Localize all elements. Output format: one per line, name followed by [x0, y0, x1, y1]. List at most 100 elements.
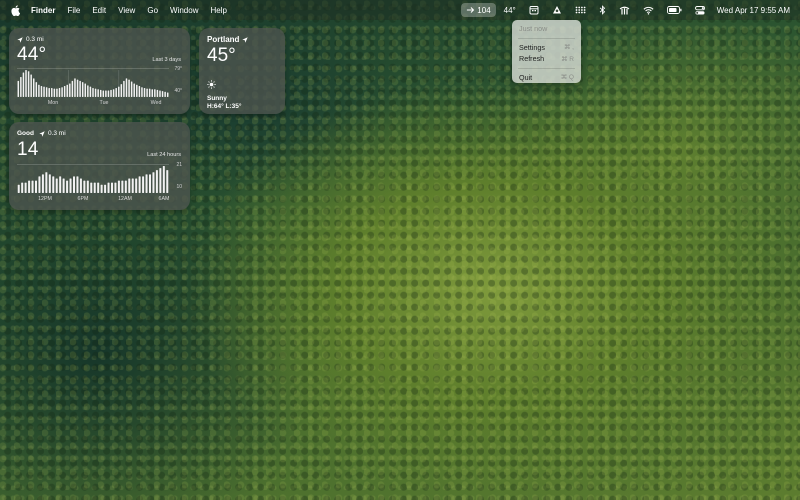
vpn-icon[interactable]: [614, 3, 635, 17]
chart-bar: [94, 88, 97, 97]
wifi-icon[interactable]: [638, 3, 659, 17]
menu-bar: Finder File Edit View Go Window Help 104…: [0, 0, 800, 20]
chart-bar: [92, 87, 94, 97]
location-arrow-icon: [242, 36, 249, 43]
aqi-value: 14: [17, 139, 39, 160]
menu-item-label: Refresh: [519, 54, 545, 64]
apple-logo-icon[interactable]: [10, 4, 20, 16]
chart-bar: [151, 89, 153, 97]
chart-bar: [121, 180, 124, 193]
chart-bar: [148, 88, 151, 97]
chart-bar: [21, 182, 24, 193]
menu-bar-clock[interactable]: Wed Apr 17 9:55 AM: [717, 6, 790, 15]
chart-bar: [62, 178, 65, 193]
chart-bar: [110, 89, 112, 97]
chart-bar: [33, 78, 35, 97]
chart-bar: [104, 184, 107, 193]
air-quality-widget[interactable]: Good 0.3 mi 14 Last 24 hours 21 10 12PM …: [9, 122, 190, 210]
chart-bar: [152, 172, 155, 193]
hour-label: 12PM: [38, 196, 52, 202]
menu-view[interactable]: View: [118, 6, 135, 15]
menu-help[interactable]: Help: [210, 6, 226, 15]
widget-header: Good 0.3 mi: [17, 130, 66, 137]
chart-bar: [125, 78, 128, 97]
chart-bar: [124, 180, 127, 193]
menu-file[interactable]: File: [67, 6, 80, 15]
chart-bar: [136, 84, 138, 97]
dots-grid-icon[interactable]: [570, 3, 591, 17]
temperature-bar-chart: [17, 68, 169, 97]
chart-bar: [71, 80, 74, 97]
chart-bar: [87, 85, 89, 97]
chart-bar: [156, 89, 159, 97]
chart-bar: [66, 84, 68, 97]
aqi-range-label: Last 24 hours: [147, 152, 181, 158]
menu-item-shortcut: ⌘ R: [561, 55, 574, 63]
chart-bar: [28, 180, 31, 193]
chart-bar: [45, 87, 48, 97]
chart-bar: [128, 79, 130, 97]
chart-bar: [79, 80, 81, 97]
menu-window[interactable]: Window: [170, 6, 198, 15]
temperature-trend-widget[interactable]: 0.3 mi 44° Last 3 days 79° 40° Mon Tue W…: [9, 28, 190, 114]
aqi-status: Good: [17, 130, 34, 137]
chart-bar: [102, 90, 105, 97]
chart-bar: [138, 176, 141, 193]
control-center-icon[interactable]: [690, 3, 710, 17]
hour-label: 12AM: [118, 196, 132, 202]
menu-item-shortcut: ⌘ Q: [560, 74, 574, 82]
chart-bar: [123, 80, 125, 97]
chart-bar: [30, 74, 32, 97]
menu-item-refresh[interactable]: Refresh ⌘ R: [512, 53, 581, 65]
chart-bar: [159, 90, 161, 97]
chart-bar: [58, 87, 61, 97]
calendar-icon[interactable]: [524, 3, 544, 17]
chart-bar: [135, 178, 138, 193]
aqi-status-item[interactable]: 104: [461, 3, 496, 17]
chart-bar: [99, 89, 102, 97]
current-weather-widget[interactable]: Portland 45° Sunny H:64° L:35°: [199, 28, 285, 114]
current-hilo: H:64° L:35°: [207, 103, 242, 110]
chart-bar: [53, 88, 56, 97]
chart-bar: [143, 87, 146, 97]
trend-range-label: Last 3 days: [152, 57, 181, 63]
chart-bar: [48, 174, 51, 193]
menu-item-quit[interactable]: Quit ⌘ Q: [512, 72, 581, 84]
chart-bar: [76, 79, 79, 97]
chart-bar: [41, 174, 44, 193]
weather-status-menu: Just now Settings ⌘ , Refresh ⌘ R Quit ⌘…: [512, 20, 581, 83]
chart-bar: [35, 82, 38, 97]
chart-bar: [89, 86, 92, 97]
chart-bar: [63, 86, 66, 97]
chart-bar: [56, 88, 58, 97]
chart-bar: [79, 178, 82, 193]
battery-icon[interactable]: [662, 3, 687, 17]
chart-bar: [38, 176, 41, 193]
chart-bar: [17, 184, 20, 193]
chart-bar: [76, 176, 79, 193]
chart-bar: [131, 178, 134, 193]
location-arrow-icon: [17, 36, 23, 43]
chart-bar: [43, 86, 45, 97]
menu-edit[interactable]: Edit: [92, 6, 106, 15]
creative-cloud-icon[interactable]: [547, 3, 567, 17]
chart-bar: [166, 170, 169, 193]
menu-item-settings[interactable]: Settings ⌘ ,: [512, 42, 581, 54]
chart-bar: [84, 83, 87, 97]
chart-bar: [105, 90, 107, 97]
trend-distance: 0.3 mi: [26, 36, 44, 43]
chart-bar: [107, 182, 110, 193]
menu-go[interactable]: Go: [147, 6, 158, 15]
temperature-status-item[interactable]: 44°: [499, 3, 521, 17]
chart-bar: [166, 92, 169, 97]
chart-bar: [59, 176, 62, 193]
chart-bar: [51, 87, 53, 97]
menu-item-label: Settings: [519, 42, 545, 52]
chart-bar: [69, 83, 71, 97]
menu-app-finder[interactable]: Finder: [31, 6, 55, 15]
bluetooth-icon[interactable]: [594, 3, 611, 17]
hour-label: 6PM: [77, 196, 89, 202]
chart-bar: [138, 86, 141, 97]
chart-bar: [100, 184, 103, 193]
current-temperature: 45°: [207, 45, 236, 66]
